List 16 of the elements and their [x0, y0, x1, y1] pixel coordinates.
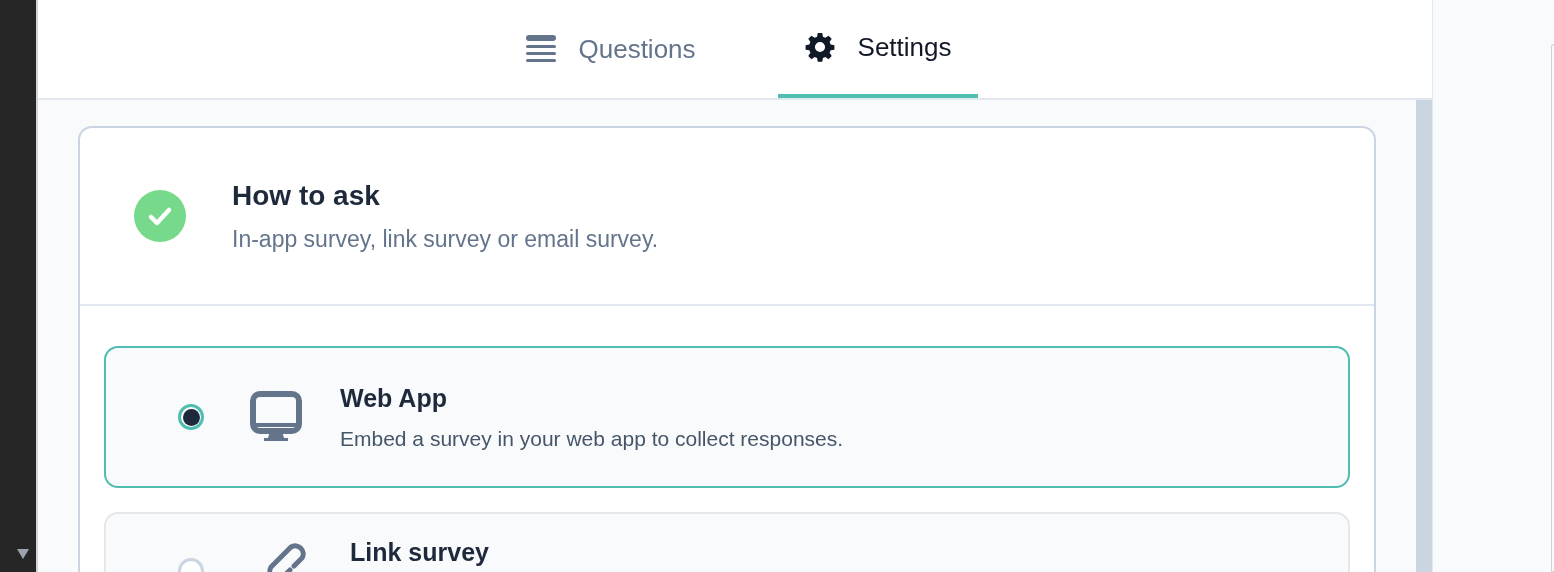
section-title: How to ask	[232, 179, 381, 212]
monitor-icon	[250, 391, 302, 443]
down-triangle-icon[interactable]	[16, 548, 30, 560]
link-icon	[266, 542, 306, 572]
list-icon	[526, 35, 557, 63]
option-description: Embed a survey in your web app to collect responses.	[340, 426, 844, 451]
settings-icon	[803, 31, 836, 63]
tab[interactable]: Questions	[500, 0, 722, 98]
option-title: Web App	[340, 383, 448, 413]
scrollbar[interactable]	[1416, 100, 1432, 572]
section-subtitle: In-app survey, link survey or email survey.	[232, 225, 659, 253]
radio-button[interactable]	[178, 404, 204, 430]
option-card[interactable]: Link survey	[104, 512, 1350, 572]
option-title: Link survey	[350, 538, 489, 567]
tab[interactable]: Settings	[777, 0, 978, 98]
option-card[interactable]: Web App Embed a survey in your web app to collect responses.	[104, 346, 1350, 488]
